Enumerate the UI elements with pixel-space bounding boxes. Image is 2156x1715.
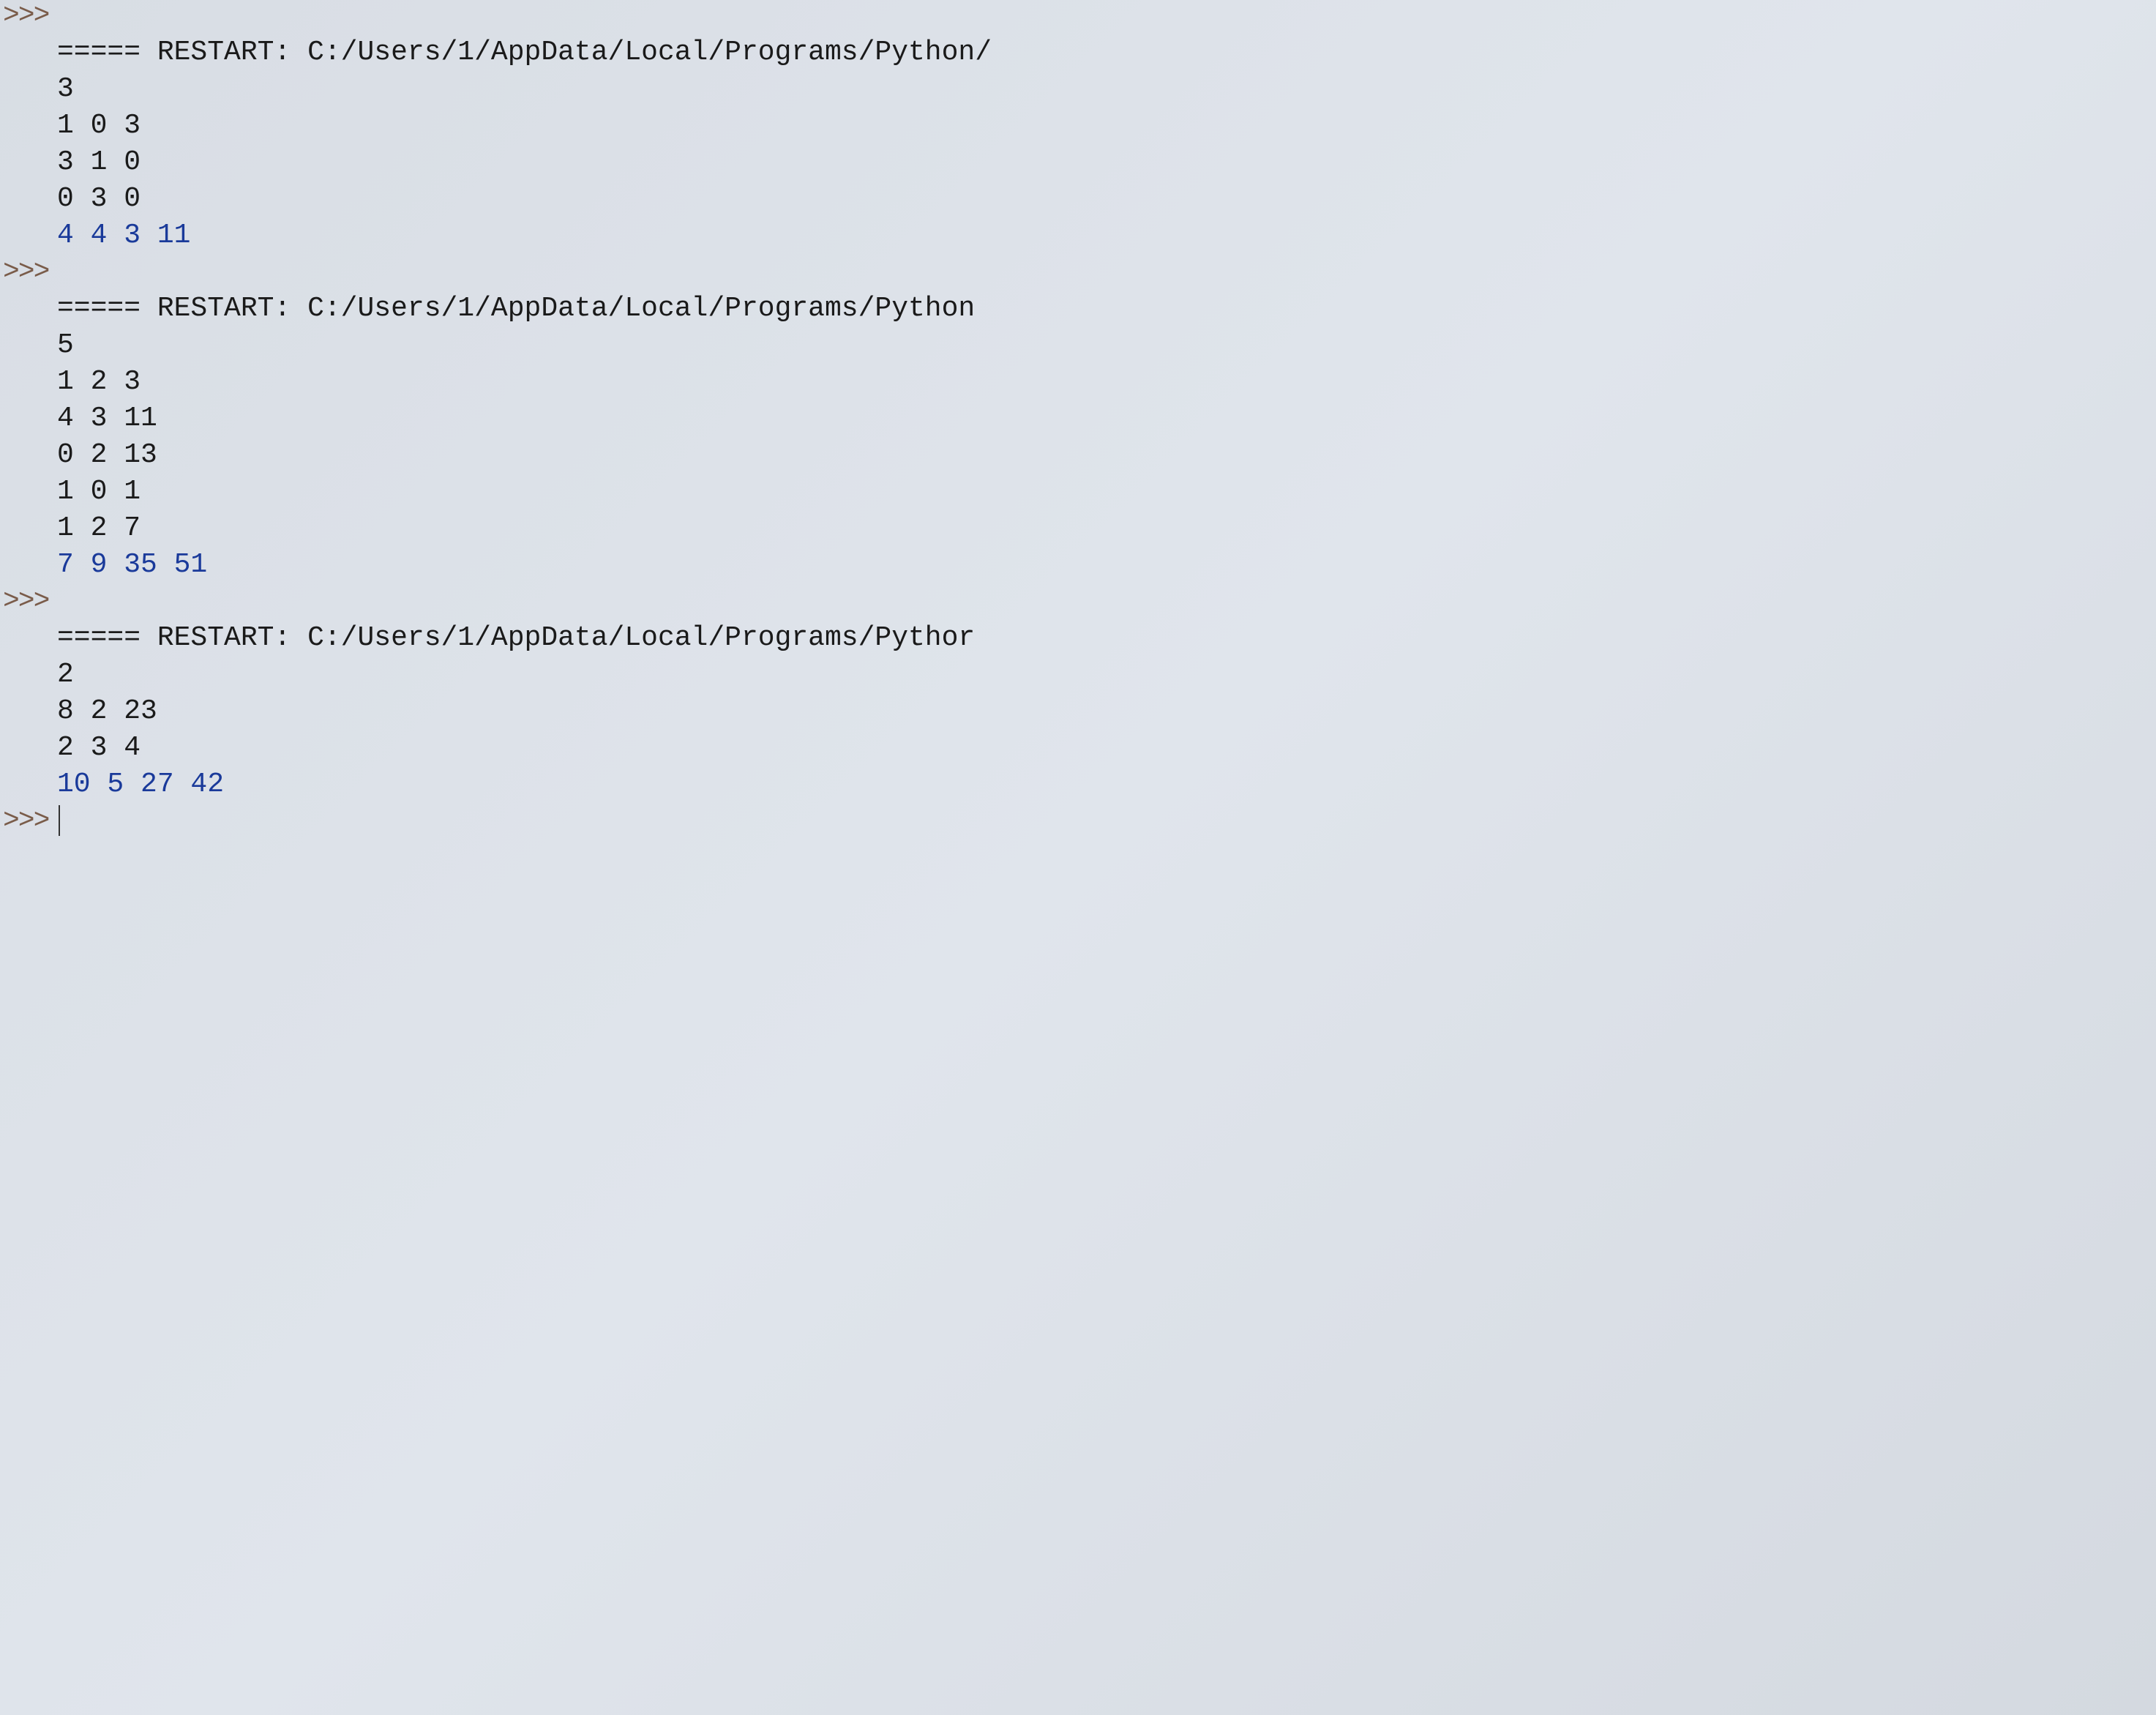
session-input: 0 2 13 [51,439,2156,471]
output-line: 1 2 7 [0,512,2156,549]
output-line: 4 4 3 11 [0,220,2156,256]
restart-prefix: ===== RESTART: [57,293,307,324]
prompt-line: >>> [0,256,2156,293]
prompt-line: >>> [0,0,2156,37]
restart-path: C:/Users/1/AppData/Local/Programs/Python [307,293,975,324]
output-line: 1 2 3 [0,366,2156,403]
output-line: 3 [0,73,2156,110]
output-line: 2 [0,659,2156,695]
cursor-icon [59,805,60,836]
restart-line: ===== RESTART: C:/Users/1/AppData/Local/… [0,293,2156,329]
session-input: 1 0 1 [51,476,2156,507]
session-input: 1 2 7 [51,512,2156,544]
output-line: 8 2 23 [0,695,2156,732]
output-line: 0 2 13 [0,439,2156,476]
output-line: 0 3 0 [0,183,2156,220]
prompt-line[interactable]: >>> [0,805,2156,842]
restart-line: ===== RESTART: C:/Users/1/AppData/Local/… [0,622,2156,659]
session-input: 1 2 3 [51,366,2156,397]
session-input: 2 [51,659,2156,690]
session-input: 0 3 0 [51,183,2156,214]
session-input: 2 3 4 [51,732,2156,763]
prompt-symbol: >>> [3,256,48,288]
session-input: 8 2 23 [51,695,2156,727]
session-input: 5 [51,329,2156,361]
python-shell-output: >>> ===== RESTART: C:/Users/1/AppData/Lo… [0,0,2156,842]
output-line: 7 9 35 51 [0,549,2156,586]
restart-line: ===== RESTART: C:/Users/1/AppData/Local/… [0,37,2156,73]
session-result: 4 4 3 11 [51,220,2156,251]
session-result: 10 5 27 42 [51,769,2156,800]
session-input: 3 1 0 [51,146,2156,178]
output-line: 10 5 27 42 [0,769,2156,805]
output-line: 5 [0,329,2156,366]
prompt-symbol: >>> [3,0,48,31]
output-line: 2 3 4 [0,732,2156,769]
prompt-line: >>> [0,586,2156,622]
output-line: 1 0 3 [0,110,2156,146]
session-result: 7 9 35 51 [51,549,2156,580]
restart-prefix: ===== RESTART: [57,622,307,654]
output-line: 3 1 0 [0,146,2156,183]
restart-prefix: ===== RESTART: [57,37,307,68]
session-input: 4 3 11 [51,403,2156,434]
restart-path: C:/Users/1/AppData/Local/Programs/Pythor [307,622,975,654]
output-line: 4 3 11 [0,403,2156,439]
prompt-symbol: >>> [3,805,48,837]
output-line: 1 0 1 [0,476,2156,512]
restart-path: C:/Users/1/AppData/Local/Programs/Python… [307,37,992,68]
prompt-symbol: >>> [3,586,48,617]
session-input: 1 0 3 [51,110,2156,141]
session-input: 3 [51,73,2156,105]
